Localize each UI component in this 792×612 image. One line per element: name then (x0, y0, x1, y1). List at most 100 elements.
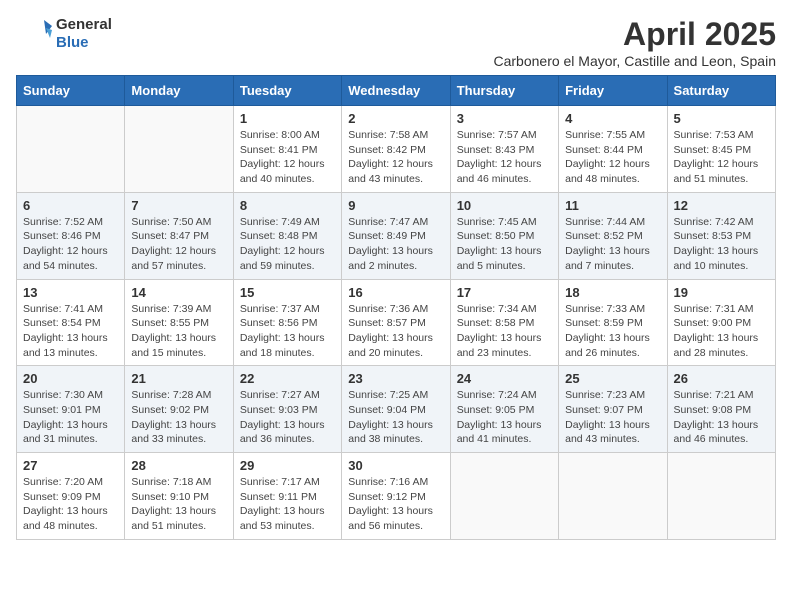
page-header: General Blue April 2025 Carbonero el May… (16, 16, 776, 69)
day-info: Sunrise: 7:37 AMSunset: 8:56 PMDaylight:… (240, 302, 335, 361)
day-number: 25 (565, 371, 660, 386)
week-row-3: 13 Sunrise: 7:41 AMSunset: 8:54 PMDayligh… (17, 279, 776, 366)
weekday-wednesday: Wednesday (342, 76, 450, 106)
calendar-cell: 2Sunrise: 7:58 AMSunset: 8:42 PMDaylight… (342, 106, 450, 193)
day-info: Sunrise: 7:50 AMSunset: 8:47 PMDaylight:… (131, 215, 226, 274)
calendar-cell: 30 Sunrise: 7:16 AMSunset: 9:12 PMDayligh… (342, 453, 450, 540)
calendar-cell: 4 Sunrise: 7:55 AMSunset: 8:44 PMDaylight… (559, 106, 667, 193)
weekday-tuesday: Tuesday (233, 76, 341, 106)
day-number: 13 (23, 285, 118, 300)
calendar-table: SundayMondayTuesdayWednesdayThursdayFrid… (16, 75, 776, 540)
day-info: Sunrise: 7:16 AMSunset: 9:12 PMDaylight:… (348, 475, 443, 534)
day-number: 9 (348, 198, 443, 213)
day-number: 4 (565, 111, 660, 126)
page-subtitle: Carbonero el Mayor, Castille and Leon, S… (493, 53, 776, 69)
day-number: 1 (240, 111, 335, 126)
day-info: Sunrise: 7:17 AMSunset: 9:11 PMDaylight:… (240, 475, 335, 534)
weekday-thursday: Thursday (450, 76, 558, 106)
calendar-cell: 7Sunrise: 7:50 AMSunset: 8:47 PMDaylight… (125, 192, 233, 279)
day-info: Sunrise: 7:45 AMSunset: 8:50 PMDaylight:… (457, 215, 552, 274)
day-number: 5 (674, 111, 769, 126)
calendar-cell (450, 453, 558, 540)
day-number: 10 (457, 198, 552, 213)
day-number: 15 (240, 285, 335, 300)
calendar-cell: 17 Sunrise: 7:34 AMSunset: 8:58 PMDayligh… (450, 279, 558, 366)
calendar-cell: 20 Sunrise: 7:30 AMSunset: 9:01 PMDayligh… (17, 366, 125, 453)
day-info: Sunrise: 7:47 AMSunset: 8:49 PMDaylight:… (348, 215, 443, 274)
day-number: 24 (457, 371, 552, 386)
logo-svg (16, 16, 52, 52)
day-number: 6 (23, 198, 118, 213)
calendar-cell (667, 453, 775, 540)
day-info: Sunrise: 7:39 AMSunset: 8:55 PMDaylight:… (131, 302, 226, 361)
day-number: 22 (240, 371, 335, 386)
weekday-header-row: SundayMondayTuesdayWednesdayThursdayFrid… (17, 76, 776, 106)
logo: General Blue (16, 16, 112, 52)
calendar-cell: 10 Sunrise: 7:45 AMSunset: 8:50 PMDayligh… (450, 192, 558, 279)
day-number: 19 (674, 285, 769, 300)
day-number: 18 (565, 285, 660, 300)
day-info: Sunrise: 7:41 AMSunset: 8:54 PMDaylight:… (23, 302, 118, 361)
calendar-cell (559, 453, 667, 540)
day-info: Sunrise: 7:18 AMSunset: 9:10 PMDaylight:… (131, 475, 226, 534)
calendar-cell: 16Sunrise: 7:36 AMSunset: 8:57 PMDayligh… (342, 279, 450, 366)
day-number: 17 (457, 285, 552, 300)
calendar-cell: 24 Sunrise: 7:24 AMSunset: 9:05 PMDayligh… (450, 366, 558, 453)
day-number: 8 (240, 198, 335, 213)
day-number: 28 (131, 458, 226, 473)
day-info: Sunrise: 7:33 AMSunset: 8:59 PMDaylight:… (565, 302, 660, 361)
calendar-cell: 28 Sunrise: 7:18 AMSunset: 9:10 PMDayligh… (125, 453, 233, 540)
calendar-cell: 26 Sunrise: 7:21 AMSunset: 9:08 PMDayligh… (667, 366, 775, 453)
calendar-cell: 27 Sunrise: 7:20 AMSunset: 9:09 PMDayligh… (17, 453, 125, 540)
day-info: Sunrise: 7:57 AMSunset: 8:43 PMDaylight:… (457, 128, 552, 187)
day-number: 20 (23, 371, 118, 386)
day-info: Sunrise: 7:27 AMSunset: 9:03 PMDaylight:… (240, 388, 335, 447)
logo-general: General (56, 16, 112, 33)
day-info: Sunrise: 7:20 AMSunset: 9:09 PMDaylight:… (23, 475, 118, 534)
day-number: 11 (565, 198, 660, 213)
calendar-cell: 14 Sunrise: 7:39 AMSunset: 8:55 PMDayligh… (125, 279, 233, 366)
day-info: Sunrise: 7:21 AMSunset: 9:08 PMDaylight:… (674, 388, 769, 447)
week-row-5: 27 Sunrise: 7:20 AMSunset: 9:09 PMDayligh… (17, 453, 776, 540)
calendar-cell: 23Sunrise: 7:25 AMSunset: 9:04 PMDayligh… (342, 366, 450, 453)
day-info: Sunrise: 7:52 AMSunset: 8:46 PMDaylight:… (23, 215, 118, 274)
day-info: Sunrise: 7:34 AMSunset: 8:58 PMDaylight:… (457, 302, 552, 361)
day-number: 26 (674, 371, 769, 386)
day-info: Sunrise: 7:53 AMSunset: 8:45 PMDaylight:… (674, 128, 769, 187)
day-number: 30 (348, 458, 443, 473)
page-title: April 2025 (493, 16, 776, 53)
day-info: Sunrise: 7:42 AMSunset: 8:53 PMDaylight:… (674, 215, 769, 274)
weekday-friday: Friday (559, 76, 667, 106)
calendar-cell: 19 Sunrise: 7:31 AMSunset: 9:00 PMDayligh… (667, 279, 775, 366)
day-info: Sunrise: 7:49 AMSunset: 8:48 PMDaylight:… (240, 215, 335, 274)
week-row-2: 6 Sunrise: 7:52 AMSunset: 8:46 PMDaylight… (17, 192, 776, 279)
day-info: Sunrise: 7:31 AMSunset: 9:00 PMDaylight:… (674, 302, 769, 361)
calendar-cell: 9 Sunrise: 7:47 AMSunset: 8:49 PMDaylight… (342, 192, 450, 279)
day-info: Sunrise: 7:24 AMSunset: 9:05 PMDaylight:… (457, 388, 552, 447)
weekday-saturday: Saturday (667, 76, 775, 106)
calendar-cell: 13 Sunrise: 7:41 AMSunset: 8:54 PMDayligh… (17, 279, 125, 366)
calendar-cell: 25 Sunrise: 7:23 AMSunset: 9:07 PMDayligh… (559, 366, 667, 453)
calendar-cell: 1 Sunrise: 8:00 AMSunset: 8:41 PMDaylight… (233, 106, 341, 193)
day-number: 29 (240, 458, 335, 473)
week-row-4: 20 Sunrise: 7:30 AMSunset: 9:01 PMDayligh… (17, 366, 776, 453)
calendar-cell: 18 Sunrise: 7:33 AMSunset: 8:59 PMDayligh… (559, 279, 667, 366)
day-info: Sunrise: 8:00 AMSunset: 8:41 PMDaylight:… (240, 128, 335, 187)
day-info: Sunrise: 7:25 AMSunset: 9:04 PMDaylight:… (348, 388, 443, 447)
day-number: 27 (23, 458, 118, 473)
day-info: Sunrise: 7:36 AMSunset: 8:57 PMDaylight:… (348, 302, 443, 361)
day-info: Sunrise: 7:30 AMSunset: 9:01 PMDaylight:… (23, 388, 118, 447)
calendar-cell (17, 106, 125, 193)
day-number: 21 (131, 371, 226, 386)
day-number: 2 (348, 111, 443, 126)
title-block: April 2025 Carbonero el Mayor, Castille … (493, 16, 776, 69)
calendar-cell: 11 Sunrise: 7:44 AMSunset: 8:52 PMDayligh… (559, 192, 667, 279)
day-info: Sunrise: 7:23 AMSunset: 9:07 PMDaylight:… (565, 388, 660, 447)
calendar-cell (125, 106, 233, 193)
calendar-cell: 22 Sunrise: 7:27 AMSunset: 9:03 PMDayligh… (233, 366, 341, 453)
day-info: Sunrise: 7:55 AMSunset: 8:44 PMDaylight:… (565, 128, 660, 187)
day-info: Sunrise: 7:44 AMSunset: 8:52 PMDaylight:… (565, 215, 660, 274)
logo-blue: Blue (56, 34, 89, 51)
day-number: 3 (457, 111, 552, 126)
day-number: 14 (131, 285, 226, 300)
